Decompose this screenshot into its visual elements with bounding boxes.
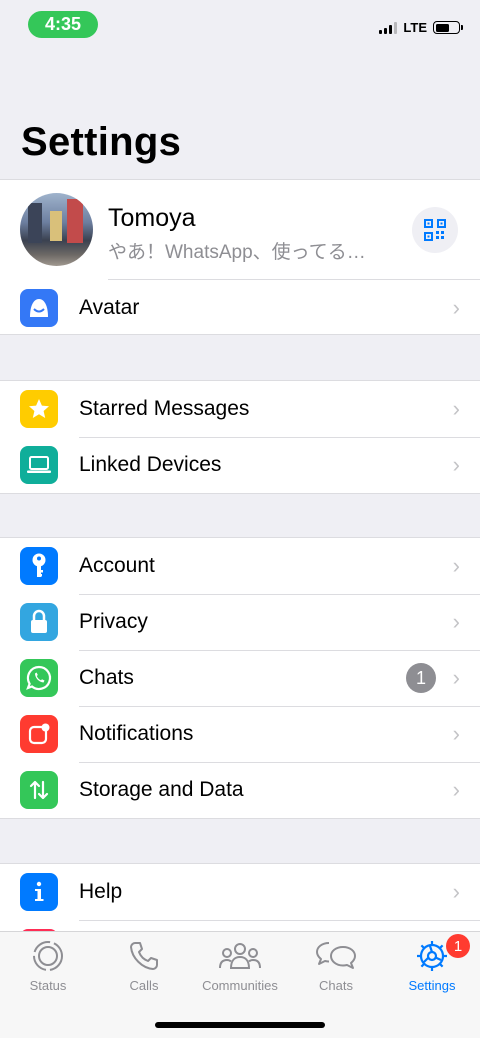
- gear-icon: 1: [414, 934, 470, 974]
- chevron-right-icon: ›: [452, 721, 460, 746]
- settings-row-label: Chats: [79, 666, 134, 689]
- qr-code-icon: [424, 219, 446, 241]
- settings-row-label: Avatar: [79, 296, 140, 319]
- signal-icon: [379, 21, 398, 34]
- profile-name: Tomoya: [108, 204, 196, 232]
- notification-badge: 1: [446, 934, 470, 958]
- tab-label: Chats: [319, 978, 353, 993]
- key-icon: [20, 547, 58, 585]
- settings-row-label: Help: [79, 880, 123, 903]
- tab-label: Calls: [129, 978, 159, 993]
- phone-icon: [128, 938, 160, 974]
- settings-row-label: Starred Messages: [79, 397, 250, 420]
- whatsapp-icon: [20, 659, 58, 697]
- chat-bubbles-icon: [315, 938, 357, 974]
- chevron-right-icon: ›: [452, 396, 460, 421]
- notification-icon: [20, 715, 58, 753]
- laptop-icon: [20, 446, 58, 484]
- chevron-right-icon: ›: [452, 452, 460, 477]
- settings-row-notifications[interactable]: Notifications ›: [0, 706, 480, 762]
- settings-row-starred-messages[interactable]: Starred Messages ›: [0, 381, 480, 437]
- unread-count-badge: 1: [406, 663, 436, 693]
- settings-row-chats[interactable]: Chats 1 ›: [0, 650, 480, 706]
- arrows-icon: [20, 771, 58, 809]
- settings-row-label: Storage and Data: [79, 778, 244, 801]
- settings-row-linked-devices[interactable]: Linked Devices ›: [0, 437, 480, 493]
- settings-row-label: Notifications: [79, 722, 194, 745]
- network-type: LTE: [403, 20, 427, 35]
- chevron-right-icon: ›: [452, 665, 460, 690]
- communities-icon: [218, 938, 262, 974]
- tab-settings[interactable]: 1 Settings: [384, 932, 480, 1002]
- tab-communities[interactable]: Communities: [192, 932, 288, 1002]
- chevron-right-icon: ›: [452, 609, 460, 634]
- battery-icon: [433, 21, 463, 34]
- tab-chats[interactable]: Chats: [288, 932, 384, 1002]
- settings-row-label: Account: [79, 554, 155, 577]
- home-indicator[interactable]: [155, 1022, 325, 1028]
- qr-code-button[interactable]: [412, 207, 458, 253]
- status-indicators: LTE: [379, 20, 463, 35]
- star-icon: [20, 390, 58, 428]
- page-title: Settings: [21, 120, 182, 164]
- status-icon: [31, 938, 65, 974]
- status-bar: 4:35 LTE: [0, 0, 480, 50]
- chevron-right-icon: ›: [452, 879, 460, 904]
- profile-row[interactable]: Tomoya やあ！WhatsApp、使ってる…: [0, 180, 480, 280]
- tab-bar: Status Calls Communities Chats 1 Setting…: [0, 931, 480, 1038]
- tab-label: Settings: [408, 978, 456, 993]
- chevron-right-icon: ›: [452, 295, 460, 320]
- tab-status[interactable]: Status: [0, 932, 96, 1002]
- settings-row-account[interactable]: Account ›: [0, 538, 480, 594]
- status-time[interactable]: 4:35: [28, 11, 98, 38]
- avatar-face-icon: [20, 289, 58, 327]
- avatar[interactable]: [20, 193, 93, 266]
- settings-row-storage-and-data[interactable]: Storage and Data ›: [0, 762, 480, 818]
- settings-row-avatar[interactable]: Avatar ›: [0, 280, 480, 336]
- tab-calls[interactable]: Calls: [96, 932, 192, 1002]
- tab-label: Status: [29, 978, 67, 993]
- settings-group-3: Account › Privacy › Chats 1 › Notificati…: [0, 537, 480, 819]
- settings-row-label: Privacy: [79, 610, 148, 633]
- settings-row-label: Linked Devices: [79, 453, 222, 476]
- lock-icon: [20, 603, 58, 641]
- chevron-right-icon: ›: [452, 553, 460, 578]
- profile-section: Tomoya やあ！WhatsApp、使ってる… Avatar ›: [0, 179, 480, 335]
- profile-status: やあ！WhatsApp、使ってる…: [108, 242, 366, 263]
- settings-group-2: Starred Messages › Linked Devices ›: [0, 380, 480, 494]
- info-icon: [20, 873, 58, 911]
- chevron-right-icon: ›: [452, 777, 460, 802]
- settings-row-privacy[interactable]: Privacy ›: [0, 594, 480, 650]
- settings-row-help[interactable]: Help ›: [0, 864, 480, 920]
- tab-label: Communities: [202, 978, 278, 993]
